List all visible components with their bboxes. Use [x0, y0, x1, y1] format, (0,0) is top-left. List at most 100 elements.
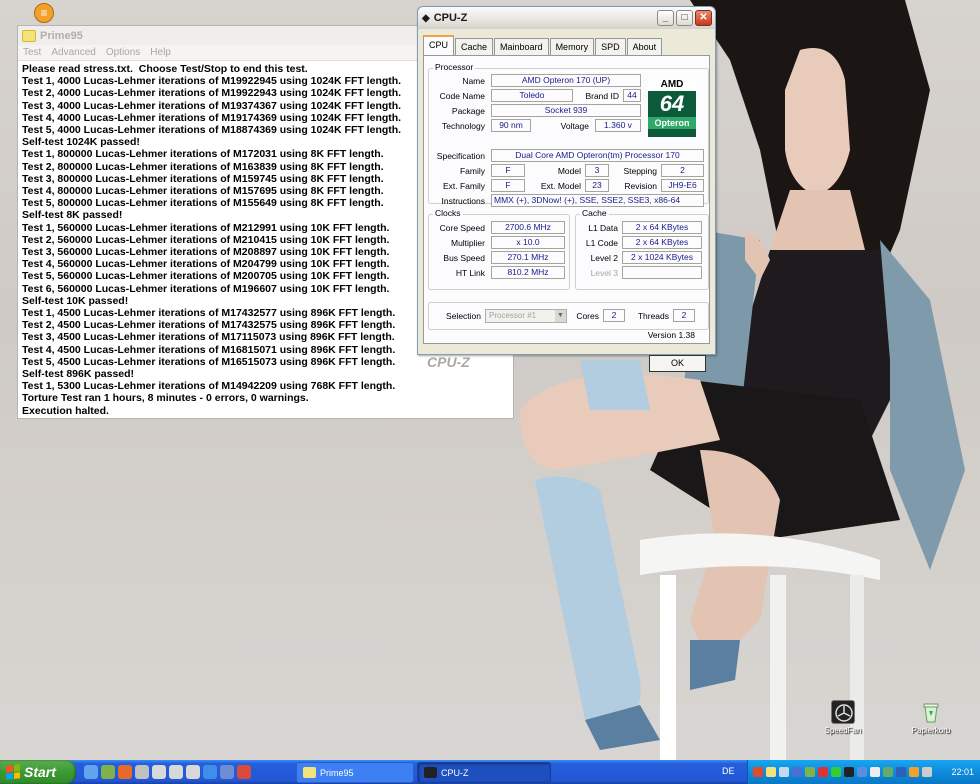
quicklaunch-desktop-icon[interactable] — [101, 765, 115, 779]
processor-select-value: Processor #1 — [489, 311, 537, 320]
tray-icon-8[interactable] — [844, 767, 854, 777]
cpuz-brand-watermark: CPU-Z — [427, 354, 470, 370]
menu-options[interactable]: Options — [106, 47, 140, 58]
tray-icon-5[interactable] — [805, 767, 815, 777]
technology-label: Technology — [441, 121, 485, 131]
windows-logo-icon — [6, 764, 20, 780]
multiplier-label: Multiplier — [450, 238, 485, 248]
voltage-value: 1.360 v — [595, 119, 641, 132]
menu-help[interactable]: Help — [150, 47, 171, 58]
recycle-bin-label: Papierkorb — [911, 726, 951, 735]
tab-about[interactable]: About — [626, 38, 663, 55]
specification-label: Specification — [436, 151, 485, 161]
threads-value: 2 — [673, 309, 695, 322]
ext-model-value: 23 — [585, 179, 609, 192]
amd-logo-text: AMD — [648, 79, 696, 91]
ext-family-label: Ext. Family — [442, 181, 485, 191]
tray-icon-1[interactable] — [753, 767, 763, 777]
level3-value — [622, 266, 702, 279]
revision-label: Revision — [624, 181, 657, 191]
cache-group: Cache L1 Data 2 x 64 KBytes L1 Code 2 x … — [575, 208, 709, 290]
tray-icon-10[interactable] — [870, 767, 880, 777]
start-button[interactable]: Start — [0, 760, 76, 784]
tray-icon-9[interactable] — [857, 767, 867, 777]
quicklaunch-messenger-icon[interactable] — [220, 765, 234, 779]
model-label: Model — [557, 166, 581, 176]
tray-icon-12[interactable] — [896, 767, 906, 777]
quicklaunch-app2-icon[interactable] — [169, 765, 183, 779]
log-line: Execution halted. — [22, 404, 109, 417]
l1-data-label: L1 Data — [588, 223, 618, 233]
taskbar-item-cpuz-label: CPU-Z — [441, 767, 469, 778]
core-speed-value: 2700.6 MHz — [491, 221, 565, 234]
quicklaunch-media-icon[interactable] — [135, 765, 149, 779]
tray-icon-3[interactable] — [779, 767, 789, 777]
log-line: Test 1, 5300 Lucas-Lehmer iterations of … — [22, 380, 396, 393]
ext-model-label: Ext. Model — [540, 181, 581, 191]
processor-select[interactable]: Processor #1 ▼ — [485, 309, 567, 323]
tab-mainboard[interactable]: Mainboard — [494, 38, 549, 55]
desktop-icon-speedfan[interactable]: SpeedFan — [813, 700, 873, 735]
package-value: Socket 939 — [491, 104, 641, 117]
quicklaunch-firefox-icon[interactable] — [118, 765, 132, 779]
amd-logo-64: 64 — [659, 91, 685, 116]
close-button[interactable]: ✕ — [695, 10, 712, 26]
cpuz-cpu-panel: Processor Name AMD Opteron 170 (UP) Code… — [423, 55, 710, 344]
instructions-value: MMX (+), 3DNow! (+), SSE, SSE2, SSE3, x8… — [491, 194, 704, 207]
clocks-group: Clocks Core Speed 2700.6 MHz Multiplier … — [428, 208, 570, 290]
cores-label: Cores — [576, 311, 599, 321]
l1-code-value: 2 x 64 KBytes — [622, 236, 702, 249]
tab-cpu[interactable]: CPU — [423, 35, 455, 55]
tray-icon-11[interactable] — [883, 767, 893, 777]
cpuz-titlebar[interactable]: ◆ CPU-Z _ □ ✕ — [418, 7, 715, 29]
cores-value: 2 — [603, 309, 625, 322]
language-indicator[interactable]: DE — [722, 766, 735, 776]
cpuz-footer: CPU-Z OK — [418, 344, 715, 374]
tab-cache[interactable]: Cache — [455, 38, 494, 55]
tab-spd[interactable]: SPD — [595, 38, 626, 55]
cache-group-title: Cache — [580, 208, 609, 218]
package-label: Package — [451, 106, 485, 116]
amd-opteron-logo: AMD 64 Opteron — [648, 79, 696, 137]
codename-value: Toledo — [491, 89, 573, 102]
tray-icon-prime95[interactable] — [766, 767, 776, 777]
tray-icon-4[interactable] — [792, 767, 802, 777]
quicklaunch-app3-icon[interactable] — [186, 765, 200, 779]
quicklaunch-ie-icon[interactable] — [84, 765, 98, 779]
bus-speed-label: Bus Speed — [443, 253, 485, 263]
desktop-icon-recycle-bin[interactable]: Papierkorb — [901, 700, 961, 735]
amd-logo-opteron: Opteron — [648, 117, 696, 129]
technology-value: 90 nm — [491, 119, 531, 132]
tab-memory[interactable]: Memory — [549, 38, 595, 55]
prime95-app-icon — [22, 29, 36, 42]
minimize-button[interactable]: _ — [657, 10, 674, 26]
prime95-desktop-icon[interactable]: ≡ — [34, 3, 54, 23]
l1-data-value: 2 x 64 KBytes — [622, 221, 702, 234]
taskbar-item-cpuz[interactable]: CPU-Z — [417, 762, 551, 783]
ht-link-label: HT Link — [455, 268, 485, 278]
clock[interactable]: 22:01 — [951, 767, 974, 777]
tray-volume-icon[interactable] — [922, 767, 932, 777]
quicklaunch-app-icon[interactable] — [152, 765, 166, 779]
quicklaunch-opera-icon[interactable] — [237, 765, 251, 779]
level2-label: Level 2 — [590, 253, 618, 263]
cpuz-window: ◆ CPU-Z _ □ ✕ CPU Cache Mainboard Memory… — [417, 6, 716, 372]
clocks-group-title: Clocks — [433, 208, 463, 218]
quick-launch — [84, 765, 251, 779]
cpuz-tabs: CPU Cache Mainboard Memory SPD About — [418, 29, 715, 55]
ok-button[interactable]: OK — [649, 355, 706, 372]
stepping-label: Stepping — [623, 166, 657, 176]
menu-test[interactable]: Test — [23, 47, 41, 58]
taskbar-item-prime95[interactable]: Prime95 — [296, 762, 414, 783]
log-line: Torture Test ran 1 hours, 8 minutes - 0 … — [22, 392, 309, 405]
menu-advanced[interactable]: Advanced — [51, 47, 95, 58]
quicklaunch-browser-icon[interactable] — [203, 765, 217, 779]
specification-value: Dual Core AMD Opteron(tm) Processor 170 — [491, 149, 704, 162]
selection-label: Selection — [446, 311, 481, 321]
maximize-button[interactable]: □ — [676, 10, 693, 26]
tray-icon-7[interactable] — [831, 767, 841, 777]
tray-icon-13[interactable] — [909, 767, 919, 777]
tray-icon-6[interactable] — [818, 767, 828, 777]
processor-group: Processor Name AMD Opteron 170 (UP) Code… — [428, 62, 709, 207]
speedfan-icon — [831, 700, 855, 724]
